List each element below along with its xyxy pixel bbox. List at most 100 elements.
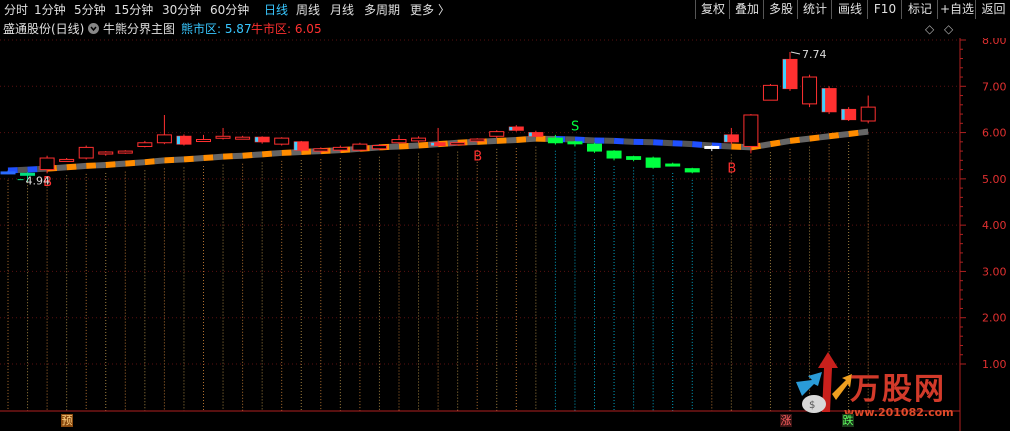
divider-segment — [779, 137, 791, 146]
bear-zone-label: 熊市区: 5.87 — [181, 22, 252, 36]
period-tab-15min[interactable]: 15分钟 — [114, 2, 153, 18]
divider-segment — [418, 141, 429, 149]
candle-body — [137, 142, 153, 147]
diamond-outline-icon[interactable]: ◇ — [944, 22, 953, 36]
candle-body — [469, 138, 485, 142]
candle — [59, 158, 75, 162]
candle — [567, 140, 583, 147]
signal-mark: B — [727, 161, 736, 176]
chevron-down-icon[interactable] — [88, 23, 99, 34]
candle-body — [313, 148, 329, 152]
candle-body — [684, 168, 700, 173]
badge-die: 跌 — [842, 414, 854, 427]
candle-body — [489, 131, 505, 137]
divider-segment — [828, 132, 840, 140]
candle-body — [743, 114, 759, 147]
candle-edge — [528, 132, 532, 137]
period-tab-1min[interactable]: 1分钟 — [34, 2, 66, 18]
divider-segment — [848, 129, 859, 137]
divider-segment — [818, 133, 830, 141]
signal-marks: BBSB4.947.74 — [17, 48, 827, 190]
badge-yu: 预 — [61, 414, 73, 427]
candle — [489, 130, 505, 139]
watermark-text: 万股网 — [850, 372, 946, 407]
divider-segment — [183, 155, 194, 163]
divider-segment — [252, 151, 263, 159]
candle-edge — [431, 142, 435, 146]
candle — [587, 142, 602, 153]
candle — [235, 135, 251, 140]
divider-segment — [66, 163, 77, 171]
bull-zone-value: 6.05 — [294, 22, 322, 36]
candle — [196, 134, 211, 143]
candle — [78, 145, 94, 160]
divider-segment — [858, 128, 869, 136]
candle-edge — [176, 136, 180, 145]
back-button[interactable]: 返回 — [975, 0, 1010, 19]
watermark: $ 万股网 www.201082.com — [792, 350, 992, 430]
candle-body — [411, 137, 427, 142]
period-tab-60min[interactable]: 60分钟 — [210, 2, 249, 18]
candle-body — [802, 76, 818, 105]
y-tick-label: 3.00 — [982, 265, 1007, 278]
divider-segment — [769, 139, 781, 148]
y-tick-label: 2.00 — [982, 312, 1007, 325]
divider-segment — [516, 136, 527, 143]
mark-button[interactable]: 标记 — [901, 0, 938, 19]
candle — [411, 136, 427, 143]
diamond-icon[interactable]: ◇ — [925, 22, 934, 36]
volume-dotted-lines — [7, 139, 869, 411]
period-tab-weekly[interactable]: 周线 — [296, 2, 320, 18]
candle — [626, 155, 642, 162]
svg-text:$: $ — [809, 400, 815, 411]
add-watchlist-button[interactable]: +自选 — [937, 0, 976, 19]
divider-segment — [242, 152, 253, 159]
period-tab-5min[interactable]: 5分钟 — [74, 2, 106, 18]
candle — [137, 140, 153, 148]
bull-zone-text: 牛市区: — [251, 22, 295, 36]
candle — [841, 107, 857, 121]
f10-button[interactable]: F10 — [867, 0, 902, 19]
bear-zone-text: 熊市区: — [181, 22, 225, 36]
candle — [704, 145, 720, 152]
divider-segment — [115, 160, 126, 168]
stats-button[interactable]: 统计 — [797, 0, 832, 19]
divider-segment — [203, 154, 214, 162]
divider-segment — [105, 161, 116, 168]
candle — [274, 137, 290, 146]
candle — [254, 136, 270, 144]
divider-segment — [692, 141, 703, 148]
candle — [802, 74, 818, 108]
candle-body — [665, 163, 681, 167]
signal-mark: B — [473, 150, 482, 165]
period-tab-fenshi[interactable]: 分时 — [4, 2, 28, 18]
candle-edge — [294, 141, 298, 151]
candle — [293, 140, 309, 153]
period-tab-daily[interactable]: 日线 — [264, 2, 288, 18]
high-value-label: 7.74 — [802, 48, 827, 61]
badge-zhang: 涨 — [780, 414, 792, 427]
draw-line-button[interactable]: 画线 — [831, 0, 868, 19]
fuquan-button[interactable]: 复权 — [695, 0, 730, 19]
period-tab-monthly[interactable]: 月线 — [330, 2, 354, 18]
multi-stock-button[interactable]: 多股 — [763, 0, 798, 19]
candle-edge — [783, 59, 786, 89]
period-tab-30min[interactable]: 30分钟 — [162, 2, 201, 18]
candle — [176, 134, 192, 146]
candle-body — [274, 137, 290, 145]
candle — [430, 127, 446, 147]
divider-segment — [154, 157, 165, 165]
overlay-button[interactable]: 叠加 — [729, 0, 764, 19]
signal-mark: S — [571, 120, 579, 135]
period-tab-multi[interactable]: 多周期 — [364, 2, 400, 18]
divider-segment — [701, 141, 713, 149]
bull-zone-label: 牛市区: 6.05 — [251, 22, 322, 36]
candle-body — [371, 145, 387, 150]
candle-body — [78, 146, 94, 159]
period-tab-more[interactable]: 更多 — [410, 2, 434, 18]
candle-body — [215, 135, 231, 139]
high-pointer — [790, 51, 801, 55]
divider-segment — [213, 153, 224, 161]
candle-body — [117, 150, 133, 154]
chevron-right-icon[interactable]: 〉 — [438, 2, 450, 18]
